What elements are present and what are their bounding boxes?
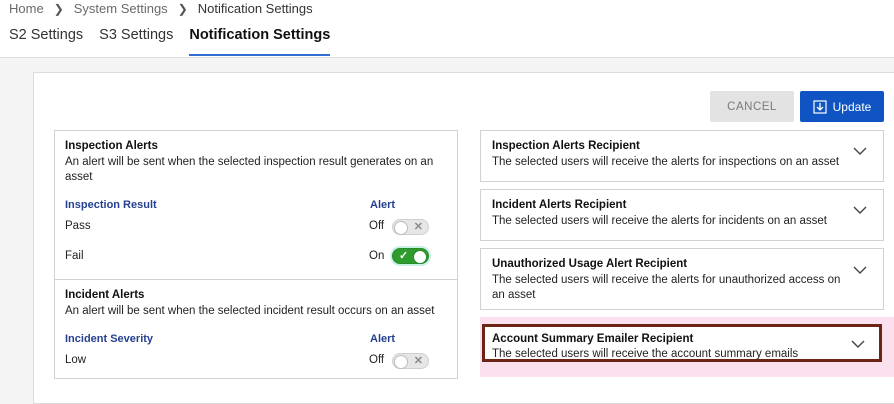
inspection-row-label: Pass — [65, 220, 91, 232]
toggle-state-label: Off — [369, 354, 385, 366]
chevron-right-icon: ❯ — [177, 1, 188, 16]
update-icon — [813, 99, 827, 114]
recipient-title: Account Summary Emailer Recipient — [492, 333, 694, 345]
recipient-title: Unauthorized Usage Alert Recipient — [492, 258, 688, 270]
pass-alert-toggle[interactable]: ✕ — [392, 219, 429, 235]
toggle-state-label: Off — [369, 220, 385, 232]
close-icon: ✕ — [413, 221, 423, 233]
incident-row-label: Low — [65, 354, 87, 366]
incident-alerts-recipient-panel[interactable]: Incident Alerts Recipient The selected u… — [480, 189, 884, 241]
breadcrumb-system-settings[interactable]: System Settings — [74, 1, 168, 16]
check-icon: ✓ — [399, 250, 409, 262]
incident-alerts-panel: Incident Alerts An alert will be sent wh… — [54, 279, 458, 379]
inspection-alerts-panel: Inspection Alerts An alert will be sent … — [54, 130, 458, 280]
chevron-right-icon: ❯ — [53, 1, 64, 16]
inspection-alerts-description: An alert will be sent when the selected … — [65, 156, 434, 183]
unauthorized-usage-recipient-panel[interactable]: Unauthorized Usage Alert Recipient The s… — [480, 248, 884, 310]
chevron-down-icon[interactable] — [851, 339, 865, 349]
tab-notification-settings[interactable]: Notification Settings — [189, 27, 331, 56]
update-button[interactable]: Update — [800, 91, 884, 122]
inspection-result-column-header: Inspection Result — [65, 199, 157, 211]
recipient-title: Inspection Alerts Recipient — [492, 140, 640, 152]
page-header: Home ❯ System Settings ❯ Notification Se… — [0, 0, 894, 58]
fail-alert-toggle[interactable]: ✓ — [392, 248, 429, 264]
toggle-state-label: On — [369, 250, 385, 262]
breadcrumb-home[interactable]: Home — [9, 1, 44, 16]
recipient-description: The selected users will receive the aler… — [492, 215, 827, 227]
tab-s3-settings[interactable]: S3 Settings — [99, 27, 173, 56]
chevron-down-icon[interactable] — [853, 146, 867, 156]
low-alert-toggle[interactable]: ✕ — [392, 353, 429, 369]
tab-s2-settings[interactable]: S2 Settings — [9, 27, 83, 56]
recipient-title: Incident Alerts Recipient — [492, 199, 627, 211]
chevron-down-icon[interactable] — [853, 265, 867, 275]
inspection-row-label: Fail — [65, 250, 84, 262]
close-icon: ✕ — [413, 355, 423, 367]
inspection-alerts-recipient-panel[interactable]: Inspection Alerts Recipient The selected… — [480, 130, 884, 182]
inspection-alert-column-header: Alert — [370, 199, 396, 211]
incident-alerts-title: Incident Alerts — [65, 289, 145, 301]
settings-tabs: S2 Settings S3 Settings Notification Set… — [9, 27, 346, 56]
incident-alert-column-header: Alert — [370, 333, 396, 345]
update-button-label: Update — [832, 99, 872, 114]
chevron-down-icon[interactable] — [853, 205, 867, 215]
breadcrumb: Home ❯ System Settings ❯ Notification Se… — [9, 1, 313, 16]
cancel-button[interactable]: CANCEL — [710, 91, 794, 122]
toggle-knob — [413, 250, 427, 264]
recipient-description: The selected users will receive the acco… — [492, 348, 799, 360]
recipient-description: The selected users will receive the aler… — [492, 156, 840, 168]
incident-severity-column-header: Incident Severity — [65, 333, 154, 345]
breadcrumb-current: Notification Settings — [197, 1, 313, 16]
toggle-knob — [394, 355, 408, 369]
inspection-alerts-title: Inspection Alerts — [65, 140, 158, 152]
account-summary-recipient-panel[interactable]: Account Summary Emailer Recipient The se… — [482, 324, 882, 362]
incident-alerts-description: An alert will be sent when the selected … — [65, 305, 435, 317]
toggle-knob — [394, 221, 408, 235]
recipient-description: The selected users will receive the aler… — [492, 274, 841, 301]
